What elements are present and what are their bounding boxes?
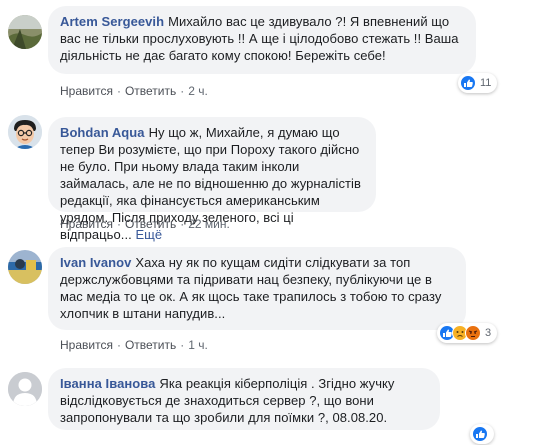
comment-actions: Нравится · Ответить · 1 ч. bbox=[60, 338, 208, 352]
reaction-summary[interactable]: 11 bbox=[458, 73, 498, 93]
reaction-summary[interactable]: 3 bbox=[437, 323, 498, 343]
comment-bubble: Bohdan Aqua Ну що ж, Михайле, я думаю що … bbox=[48, 117, 376, 242]
like-button[interactable]: Нравится bbox=[60, 217, 113, 231]
comment-actions: Нравится · Ответить · 22 мин. bbox=[60, 217, 230, 231]
reaction-count: 3 bbox=[485, 327, 492, 339]
comment-time[interactable]: 1 ч. bbox=[188, 338, 208, 352]
avatar[interactable] bbox=[8, 372, 42, 406]
comment-author[interactable]: Ivan Ivanov bbox=[60, 255, 131, 270]
like-button[interactable]: Нравится bbox=[60, 84, 113, 98]
reaction-summary[interactable] bbox=[470, 424, 494, 444]
comment-bubble: Ivan Ivanov Хаха ну як по кущам сидіти сл… bbox=[48, 247, 466, 330]
reply-button[interactable]: Ответить bbox=[125, 84, 176, 98]
comment-bubble: Іванна Іванова Яка реакція кіберполіція .… bbox=[48, 368, 440, 430]
like-icon bbox=[460, 75, 476, 91]
avatar[interactable] bbox=[8, 115, 42, 149]
comment-author[interactable]: Artem Sergeevih bbox=[60, 14, 164, 29]
comment-author[interactable]: Іванна Іванова bbox=[60, 376, 155, 391]
avatar[interactable] bbox=[8, 15, 42, 49]
like-button[interactable]: Нравится bbox=[60, 338, 113, 352]
angry-icon bbox=[465, 325, 481, 341]
reaction-count: 11 bbox=[480, 77, 492, 89]
avatar[interactable] bbox=[8, 250, 42, 284]
reply-button[interactable]: Ответить bbox=[125, 217, 176, 231]
comment-time[interactable]: 2 ч. bbox=[188, 84, 208, 98]
comment-bubble: Artem Sergeevih Михайло вас це здивувало … bbox=[48, 6, 476, 74]
like-icon bbox=[472, 426, 488, 442]
comment-actions: Нравится · Ответить · 2 ч. bbox=[60, 84, 208, 98]
comment-author[interactable]: Bohdan Aqua bbox=[60, 125, 145, 140]
reply-button[interactable]: Ответить bbox=[125, 338, 176, 352]
comment-time[interactable]: 22 мин. bbox=[188, 217, 230, 231]
